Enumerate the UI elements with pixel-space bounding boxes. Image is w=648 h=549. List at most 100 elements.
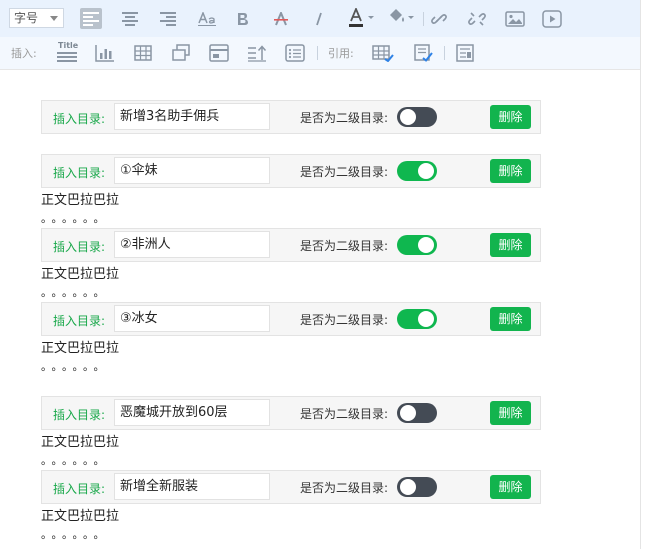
insert-table-button[interactable] [131, 42, 155, 64]
bold-icon [238, 12, 248, 25]
fill-color-button[interactable] [386, 7, 418, 29]
align-center-icon [122, 11, 138, 26]
quote-label: 引用: [328, 47, 354, 60]
font-size-select[interactable]: 字号 [9, 8, 64, 28]
body-paragraph: 正文巴拉巴拉 [41, 435, 120, 450]
toolbar-separator [444, 46, 445, 60]
align-right-button[interactable] [157, 8, 179, 29]
italic-button[interactable] [308, 8, 330, 29]
body-paragraph: 正文巴拉巴拉 [41, 267, 120, 282]
font-style-button[interactable] [195, 8, 219, 29]
toolbar-row-2: 插入: Title 引用: [0, 37, 640, 70]
body-paragraph: 正文巴拉巴拉 [41, 509, 120, 524]
card-icon [209, 44, 229, 62]
delete-button[interactable]: 删除 [490, 307, 531, 331]
toc-row: 插入目录: 新增全新服装 是否为二级目录: 删除 [41, 470, 541, 504]
toc-title-input[interactable]: ③冰女 [114, 305, 270, 332]
bold-button[interactable] [232, 8, 254, 29]
secondary-toc-question: 是否为二级目录: [300, 165, 389, 179]
body-paragraph: 正文巴拉巴拉 [41, 341, 120, 356]
secondary-toc-toggle[interactable] [397, 107, 437, 127]
toc-label: 插入目录: [53, 240, 106, 254]
insert-video-button[interactable] [541, 8, 563, 29]
toc-label: 插入目录: [53, 112, 106, 126]
body-ellipsis: 。。。。。。 [41, 454, 110, 467]
insert-image-button[interactable] [504, 8, 526, 29]
toggle-knob [418, 237, 434, 253]
unlink-icon [468, 11, 486, 26]
toc-row: 插入目录: ①伞妹 是否为二级目录: 删除 [41, 154, 541, 188]
list-icon [285, 44, 305, 62]
toggle-knob [400, 109, 416, 125]
quote-table-icon [372, 45, 394, 62]
delete-button[interactable]: 删除 [490, 401, 531, 425]
font-color-button[interactable] [347, 7, 379, 29]
toc-row: 插入目录: ②非洲人 是否为二级目录: 删除 [41, 228, 541, 262]
toc-label: 插入目录: [53, 482, 106, 496]
toggle-knob [418, 163, 434, 179]
toggle-knob [418, 311, 434, 327]
toc-row: 插入目录: 恶魔城开放到60层 是否为二级目录: 删除 [41, 396, 541, 430]
quote-table-button[interactable] [370, 42, 396, 64]
link-button[interactable] [428, 8, 450, 29]
delete-button[interactable]: 删除 [490, 475, 531, 499]
secondary-toc-toggle[interactable] [397, 309, 437, 329]
secondary-toc-toggle[interactable] [397, 477, 437, 497]
secondary-toc-toggle[interactable] [397, 235, 437, 255]
toc-label: 插入目录: [53, 166, 106, 180]
toc-row: 插入目录: ③冰女 是否为二级目录: 删除 [41, 302, 541, 336]
toc-title-input[interactable]: 恶魔城开放到60层 [114, 399, 270, 426]
insert-list-button[interactable] [283, 42, 307, 64]
delete-button[interactable]: 删除 [490, 105, 531, 129]
toggle-knob [400, 405, 416, 421]
template-icon [456, 44, 474, 62]
video-icon [542, 9, 562, 28]
toolbar-separator [423, 12, 424, 26]
font-color-icon [349, 8, 374, 27]
title-icon: Title [56, 41, 79, 64]
toolbar-row-1: 字号 [0, 0, 640, 38]
quote-document-icon [414, 44, 433, 62]
quote-document-button[interactable] [410, 42, 436, 64]
delete-button[interactable]: 删除 [490, 159, 531, 183]
strikethrough-button[interactable] [270, 8, 292, 29]
secondary-toc-question: 是否为二级目录: [300, 407, 389, 421]
toc-title-input[interactable]: ②非洲人 [114, 231, 270, 258]
insert-title-button[interactable]: Title [55, 41, 79, 65]
align-center-button[interactable] [119, 8, 141, 29]
sort-up-icon [248, 45, 267, 62]
secondary-toc-question: 是否为二级目录: [300, 111, 389, 125]
align-right-icon [160, 11, 176, 26]
template-button[interactable] [452, 42, 478, 64]
body-ellipsis: 。。。。。。 [41, 286, 110, 299]
body-ellipsis: 。。。。。。 [41, 360, 110, 373]
insert-layer-button[interactable] [169, 42, 193, 64]
delete-button[interactable]: 删除 [490, 233, 531, 257]
paint-bucket-icon [390, 9, 414, 22]
align-left-icon [83, 11, 99, 26]
secondary-toc-question: 是否为二级目录: [300, 313, 389, 327]
body-paragraph: 正文巴拉巴拉 [41, 193, 120, 208]
toc-title-input[interactable]: 新增全新服装 [114, 473, 270, 500]
secondary-toc-toggle[interactable] [397, 403, 437, 423]
align-left-button[interactable] [80, 8, 102, 29]
insert-sort-button[interactable] [245, 42, 269, 64]
toc-label: 插入目录: [53, 408, 106, 422]
link-icon [431, 13, 447, 24]
image-icon [505, 10, 525, 27]
toc-title-input[interactable]: 新增3名助手佣兵 [114, 103, 270, 130]
body-ellipsis: 。。。。。。 [41, 528, 110, 541]
italic-icon [316, 12, 322, 25]
layers-icon [172, 44, 190, 61]
font-style-icon [198, 11, 216, 26]
toc-title-input[interactable]: ①伞妹 [114, 157, 270, 184]
toggle-knob [400, 479, 416, 495]
unlink-button[interactable] [466, 8, 488, 29]
font-size-label: 字号 [14, 11, 39, 25]
secondary-toc-toggle[interactable] [397, 161, 437, 181]
toc-label: 插入目录: [53, 314, 106, 328]
insert-chart-button[interactable] [93, 42, 117, 64]
title-icon-text: Title [58, 41, 79, 50]
toc-row: 插入目录: 新增3名助手佣兵 是否为二级目录: 删除 [41, 100, 541, 134]
insert-card-button[interactable] [207, 42, 231, 64]
